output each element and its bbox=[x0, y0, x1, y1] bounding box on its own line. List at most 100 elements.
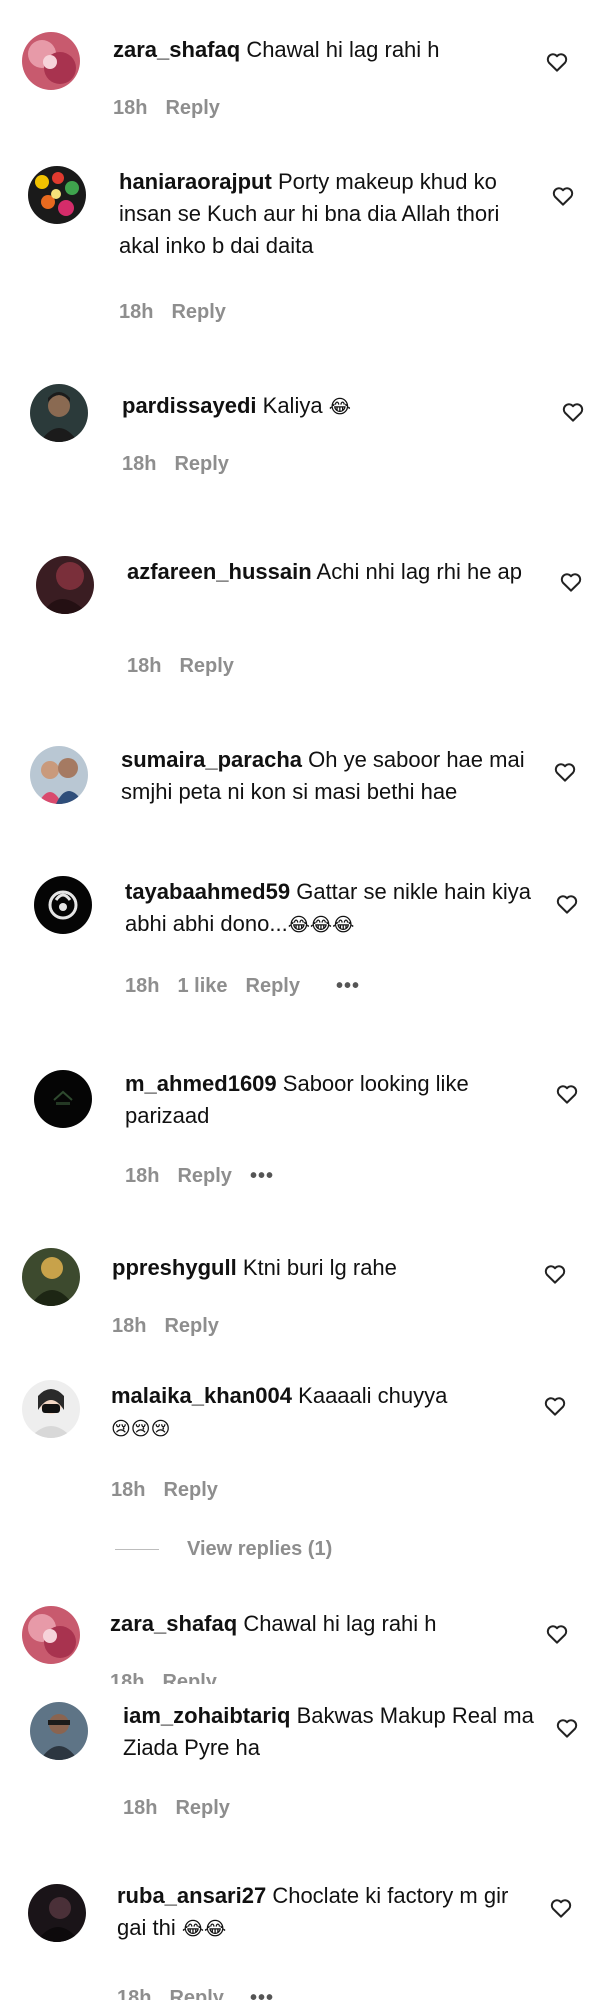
comment-text: Chawal hi lag rahi h bbox=[243, 1611, 437, 1636]
more-dots-icon[interactable]: ••• bbox=[250, 1165, 274, 1188]
reply-button[interactable]: Reply bbox=[169, 1984, 223, 2000]
heart-outline-icon[interactable] bbox=[544, 1396, 566, 1416]
comment-time: 18h bbox=[119, 300, 154, 323]
comment-username[interactable]: ruba_ansari27 bbox=[117, 1883, 266, 1908]
comment-meta: 18h Reply bbox=[123, 1794, 230, 1822]
divider-line bbox=[115, 1548, 159, 1550]
heart-outline-icon[interactable] bbox=[552, 186, 574, 206]
comment-text: Chawal hi lag rahi h bbox=[246, 37, 440, 62]
reply-button[interactable]: Reply bbox=[163, 1479, 217, 1502]
comment-meta: 18h Reply ••• bbox=[117, 1984, 274, 2000]
heart-outline-icon[interactable] bbox=[556, 1718, 578, 1738]
comment-text: Ktni buri lg rahe bbox=[242, 1255, 397, 1280]
comment-body: ppreshygull Ktni buri lg rahe bbox=[112, 1252, 532, 1284]
laughing-emoji: 😂😂😂 bbox=[287, 915, 355, 936]
avatar[interactable] bbox=[22, 1380, 80, 1438]
laughing-emoji: 😂😂 bbox=[181, 1919, 227, 1940]
comments-feed: zara_shafaq Chawal hi lag rahi h 18h Rep… bbox=[0, 0, 600, 2000]
comment-body: m_ahmed1609 Saboor looking like parizaad bbox=[125, 1068, 537, 1132]
comment-username[interactable]: pardissayedi bbox=[122, 393, 257, 418]
comment-body: haniaraorajput Porty makeup khud ko insa… bbox=[119, 166, 531, 262]
reply-button[interactable]: Reply bbox=[171, 301, 225, 324]
heart-outline-icon[interactable] bbox=[556, 894, 578, 914]
comment-body: zara_shafaq Chawal hi lag rahi h bbox=[113, 34, 533, 66]
avatar[interactable] bbox=[30, 384, 88, 442]
comment-meta: 18h Reply bbox=[113, 94, 220, 122]
reply-button[interactable]: Reply bbox=[174, 453, 228, 476]
heart-outline-icon[interactable] bbox=[550, 1898, 572, 1918]
comment-username[interactable]: zara_shafaq bbox=[110, 1611, 237, 1636]
avatar[interactable] bbox=[22, 32, 80, 90]
heart-outline-icon[interactable] bbox=[562, 402, 584, 422]
heart-outline-icon[interactable] bbox=[546, 52, 568, 72]
comment-meta: 18h Reply bbox=[111, 1476, 218, 1504]
avatar[interactable] bbox=[22, 1606, 80, 1664]
heart-outline-icon[interactable] bbox=[560, 572, 582, 592]
heart-outline-icon[interactable] bbox=[544, 1264, 566, 1284]
reply-button[interactable]: Reply bbox=[175, 1797, 229, 1820]
comment-time: 18h bbox=[125, 1164, 160, 1187]
comment-time: 18h bbox=[111, 1478, 146, 1501]
comment-meta: 18h 1 like Reply ••• bbox=[125, 972, 360, 1000]
comment-body: tayabaahmed59 Gattar se nikle hain kiya … bbox=[125, 876, 537, 942]
reply-button[interactable]: Reply bbox=[162, 1668, 216, 1684]
comment-username[interactable]: haniaraorajput bbox=[119, 169, 272, 194]
reply-button[interactable]: Reply bbox=[165, 97, 219, 120]
comment-username[interactable]: malaika_khan004 bbox=[111, 1383, 292, 1408]
avatar[interactable] bbox=[34, 876, 92, 934]
comment-meta: 18h Reply bbox=[110, 1668, 217, 1684]
comment-username[interactable]: sumaira_paracha bbox=[121, 747, 302, 772]
comment-text: Kaliya bbox=[262, 393, 323, 418]
heart-outline-icon[interactable] bbox=[556, 1084, 578, 1104]
more-dots-icon[interactable]: ••• bbox=[250, 1984, 274, 2000]
comment-time: 18h bbox=[127, 654, 162, 677]
comment-time: 18h bbox=[113, 96, 148, 119]
comment-body: azfareen_hussain Achi nhi lag rhi he ap bbox=[127, 556, 539, 588]
comment-username[interactable]: m_ahmed1609 bbox=[125, 1071, 277, 1096]
view-replies-button[interactable]: View replies (1) bbox=[115, 1534, 332, 1564]
comment-body: iam_zohaibtariq Bakwas Makup Real ma Zia… bbox=[123, 1700, 535, 1764]
avatar[interactable] bbox=[28, 166, 86, 224]
avatar[interactable] bbox=[28, 1884, 86, 1942]
comment-time: 18h bbox=[110, 1671, 145, 1684]
avatar[interactable] bbox=[30, 746, 88, 804]
likes-count[interactable]: 1 like bbox=[177, 975, 227, 998]
comment-body: sumaira_paracha Oh ye saboor hae mai smj… bbox=[121, 744, 533, 808]
comment-meta: 18h Reply bbox=[112, 1312, 219, 1340]
comment-username[interactable]: ppreshygull bbox=[112, 1255, 237, 1280]
comment-meta: 18h Reply bbox=[127, 652, 234, 680]
comment-body: malaika_khan004 Kaaaali chuyya 😢😢😢 bbox=[111, 1380, 523, 1446]
reply-button[interactable]: Reply bbox=[164, 1315, 218, 1338]
heart-outline-icon[interactable] bbox=[554, 762, 576, 782]
comment-time: 18h bbox=[112, 1314, 147, 1337]
comment-username[interactable]: azfareen_hussain bbox=[127, 559, 312, 584]
avatar[interactable] bbox=[36, 556, 94, 614]
comment-text: Achi nhi lag rhi he ap bbox=[316, 559, 523, 584]
reply-button[interactable]: Reply bbox=[177, 1165, 231, 1188]
reply-button[interactable]: Reply bbox=[179, 655, 233, 678]
comment-time: 18h bbox=[125, 974, 160, 997]
comment-time: 18h bbox=[117, 1987, 152, 2000]
comment-time: 18h bbox=[123, 1796, 158, 1819]
avatar[interactable] bbox=[30, 1702, 88, 1760]
avatar[interactable] bbox=[34, 1070, 92, 1128]
comment-body: zara_shafaq Chawal hi lag rahi h bbox=[110, 1608, 530, 1640]
more-dots-icon[interactable]: ••• bbox=[336, 975, 360, 998]
avatar[interactable] bbox=[22, 1248, 80, 1306]
comment-body: ruba_ansari27 Choclate ki factory m gir … bbox=[117, 1880, 529, 1946]
crying-emoji: 😢😢😢 bbox=[111, 1419, 171, 1440]
comment-username[interactable]: tayabaahmed59 bbox=[125, 879, 290, 904]
comment-meta: 18h Reply ••• bbox=[125, 1162, 274, 1190]
comment-username[interactable]: zara_shafaq bbox=[113, 37, 240, 62]
view-replies-label[interactable]: View replies (1) bbox=[187, 1538, 332, 1561]
comment-meta: 18h Reply bbox=[119, 298, 226, 326]
comment-username[interactable]: iam_zohaibtariq bbox=[123, 1703, 290, 1728]
comment-body: pardissayedi Kaliya 😂 bbox=[122, 390, 542, 424]
heart-outline-icon[interactable] bbox=[546, 1624, 568, 1644]
comment-meta: 18h Reply bbox=[122, 450, 229, 478]
comment-item: iam_zohaibtariq Bakwas Makup Real ma Zia… bbox=[0, 1690, 600, 1840]
reply-button[interactable]: Reply bbox=[246, 975, 300, 998]
comment-text: Kaaaali chuyya bbox=[298, 1383, 448, 1408]
comment-time: 18h bbox=[122, 452, 157, 475]
laughing-emoji: 😂 bbox=[328, 397, 351, 418]
